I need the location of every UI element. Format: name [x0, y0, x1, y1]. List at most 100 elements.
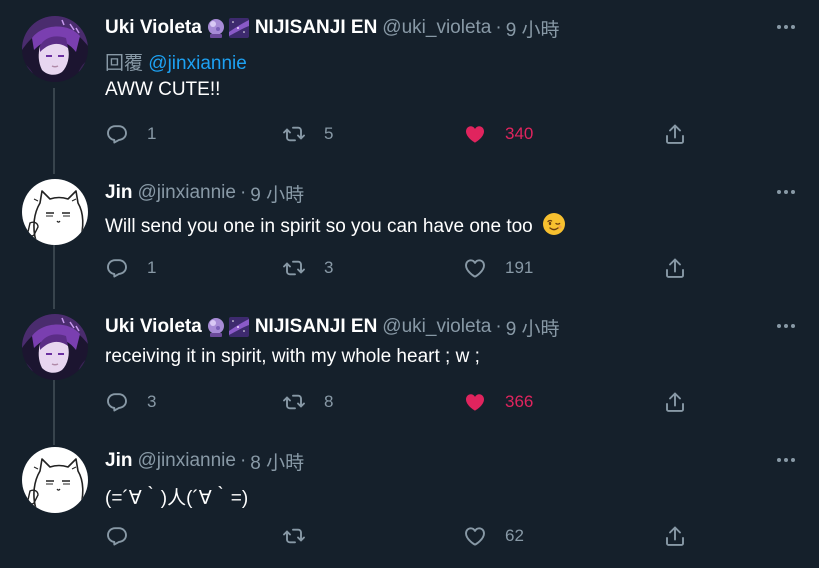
separator-dot: · — [239, 450, 247, 471]
share-icon — [663, 524, 687, 548]
reply-icon — [105, 524, 129, 548]
milky-way-icon — [229, 18, 249, 38]
like-button[interactable]: 191 — [463, 254, 533, 282]
org-name[interactable]: NIJISANJI EN — [255, 17, 377, 39]
avatar[interactable] — [22, 16, 88, 82]
reply-count: 1 — [147, 258, 157, 277]
tweet-actions: 1 5 340 — [105, 120, 705, 148]
more-options-button[interactable] — [775, 315, 797, 337]
timestamp[interactable]: 8 小時 — [250, 448, 304, 475]
reply-button[interactable]: 3 — [105, 388, 156, 416]
handle[interactable]: @uki_violeta — [382, 17, 491, 39]
retweet-icon — [282, 122, 306, 146]
separator-dot: · — [495, 316, 502, 337]
more-dot-icon — [791, 25, 795, 29]
more-dot-icon — [784, 25, 788, 29]
display-name[interactable]: Uki Violeta — [105, 316, 202, 338]
retweet-count: 5 — [324, 124, 334, 143]
tweet-header: Uki Violeta NIJISANJI EN @uki_violeta · … — [105, 15, 560, 41]
retweet-button[interactable] — [282, 522, 324, 550]
like-button[interactable]: 366 — [463, 388, 533, 416]
tweet-header: Uki Violeta NIJISANJI EN @uki_violeta · … — [105, 314, 560, 340]
heart-filled-icon — [463, 122, 487, 146]
more-dot-icon — [777, 25, 781, 29]
like-button[interactable]: 340 — [463, 120, 533, 148]
timestamp[interactable]: 9 小時 — [506, 15, 560, 42]
tweet[interactable]: Uki Violeta NIJISANJI EN @uki_violeta · … — [0, 0, 819, 134]
handle[interactable]: @jinxiannie — [137, 450, 236, 472]
tweet[interactable]: Jin @jinxiannie · 9 小時 Will send you one… — [0, 165, 819, 299]
share-button[interactable] — [663, 522, 687, 550]
tweet-text: AWW CUTE!! — [105, 79, 221, 100]
separator-dot: · — [495, 17, 502, 38]
more-options-button[interactable] — [775, 16, 797, 38]
more-options-button[interactable] — [775, 181, 797, 203]
share-icon — [663, 390, 687, 414]
tweet-text: receiving it in spirit, with my whole he… — [105, 346, 480, 367]
avatar[interactable] — [22, 447, 88, 513]
mention-link[interactable]: @jinxiannie — [148, 53, 247, 74]
heart-filled-icon — [463, 390, 487, 414]
handle[interactable]: @uki_violeta — [382, 316, 491, 338]
more-dot-icon — [791, 190, 795, 194]
tweet-text: (=´∀｀)人(´∀｀=) — [105, 488, 249, 509]
tweet-text: Will send you one in spirit so you can h… — [105, 216, 533, 237]
retweet-icon — [282, 256, 306, 280]
like-count: 62 — [505, 526, 524, 545]
reply-button[interactable]: 1 — [105, 254, 156, 282]
like-count: 340 — [505, 124, 534, 143]
like-button[interactable]: 62 — [463, 522, 524, 550]
more-dot-icon — [784, 458, 788, 462]
display-name[interactable]: Uki Violeta — [105, 17, 202, 39]
more-dot-icon — [784, 324, 788, 328]
reply-context: 回覆 @jinxiannie — [105, 48, 247, 75]
reply-prefix: 回覆 — [105, 53, 144, 74]
milky-way-icon — [229, 317, 249, 337]
share-button[interactable] — [663, 388, 687, 416]
reply-icon — [105, 256, 129, 280]
org-name[interactable]: NIJISANJI EN — [255, 316, 377, 338]
tweet-header: Jin @jinxiannie · 9 小時 — [105, 180, 304, 206]
share-button[interactable] — [663, 254, 687, 282]
avatar[interactable] — [22, 179, 88, 245]
retweet-count: 3 — [324, 258, 334, 277]
crystal-ball-icon — [206, 18, 226, 38]
winking-face-icon — [542, 212, 566, 236]
reply-count: 3 — [147, 392, 157, 411]
reply-icon — [105, 122, 129, 146]
tweet-text-row: Will send you one in spirit so you can h… — [105, 212, 566, 238]
reply-count: 1 — [147, 124, 157, 143]
display-name[interactable]: Jin — [105, 182, 132, 204]
share-icon — [663, 122, 687, 146]
handle[interactable]: @jinxiannie — [137, 182, 236, 204]
tweet-actions: 3 8 366 — [105, 388, 705, 416]
tweet[interactable]: Jin @jinxiannie · 8 小時 (=´∀｀)人(´∀｀=) 62 — [0, 433, 819, 568]
more-dot-icon — [777, 190, 781, 194]
timestamp[interactable]: 9 小時 — [250, 180, 304, 207]
reply-button[interactable] — [105, 522, 147, 550]
retweet-button[interactable]: 3 — [282, 254, 333, 282]
retweet-button[interactable]: 8 — [282, 388, 333, 416]
share-button[interactable] — [663, 120, 687, 148]
crystal-ball-icon — [206, 317, 226, 337]
retweet-count: 8 — [324, 392, 334, 411]
reply-icon — [105, 390, 129, 414]
more-dot-icon — [784, 190, 788, 194]
retweet-icon — [282, 390, 306, 414]
retweet-button[interactable]: 5 — [282, 120, 333, 148]
reply-button[interactable]: 1 — [105, 120, 156, 148]
tweet-header: Jin @jinxiannie · 8 小時 — [105, 448, 304, 474]
more-options-button[interactable] — [775, 449, 797, 471]
avatar[interactable] — [22, 314, 88, 380]
display-name[interactable]: Jin — [105, 450, 132, 472]
tweet[interactable]: Uki Violeta NIJISANJI EN @uki_violeta · … — [0, 299, 819, 433]
tweet-actions: 1 3 191 — [105, 254, 705, 282]
heart-outline-icon — [463, 524, 487, 548]
more-dot-icon — [791, 324, 795, 328]
more-dot-icon — [777, 458, 781, 462]
share-icon — [663, 256, 687, 280]
heart-outline-icon — [463, 256, 487, 280]
tweet-actions: 62 — [105, 522, 705, 550]
like-count: 366 — [505, 392, 534, 411]
timestamp[interactable]: 9 小時 — [506, 314, 560, 341]
